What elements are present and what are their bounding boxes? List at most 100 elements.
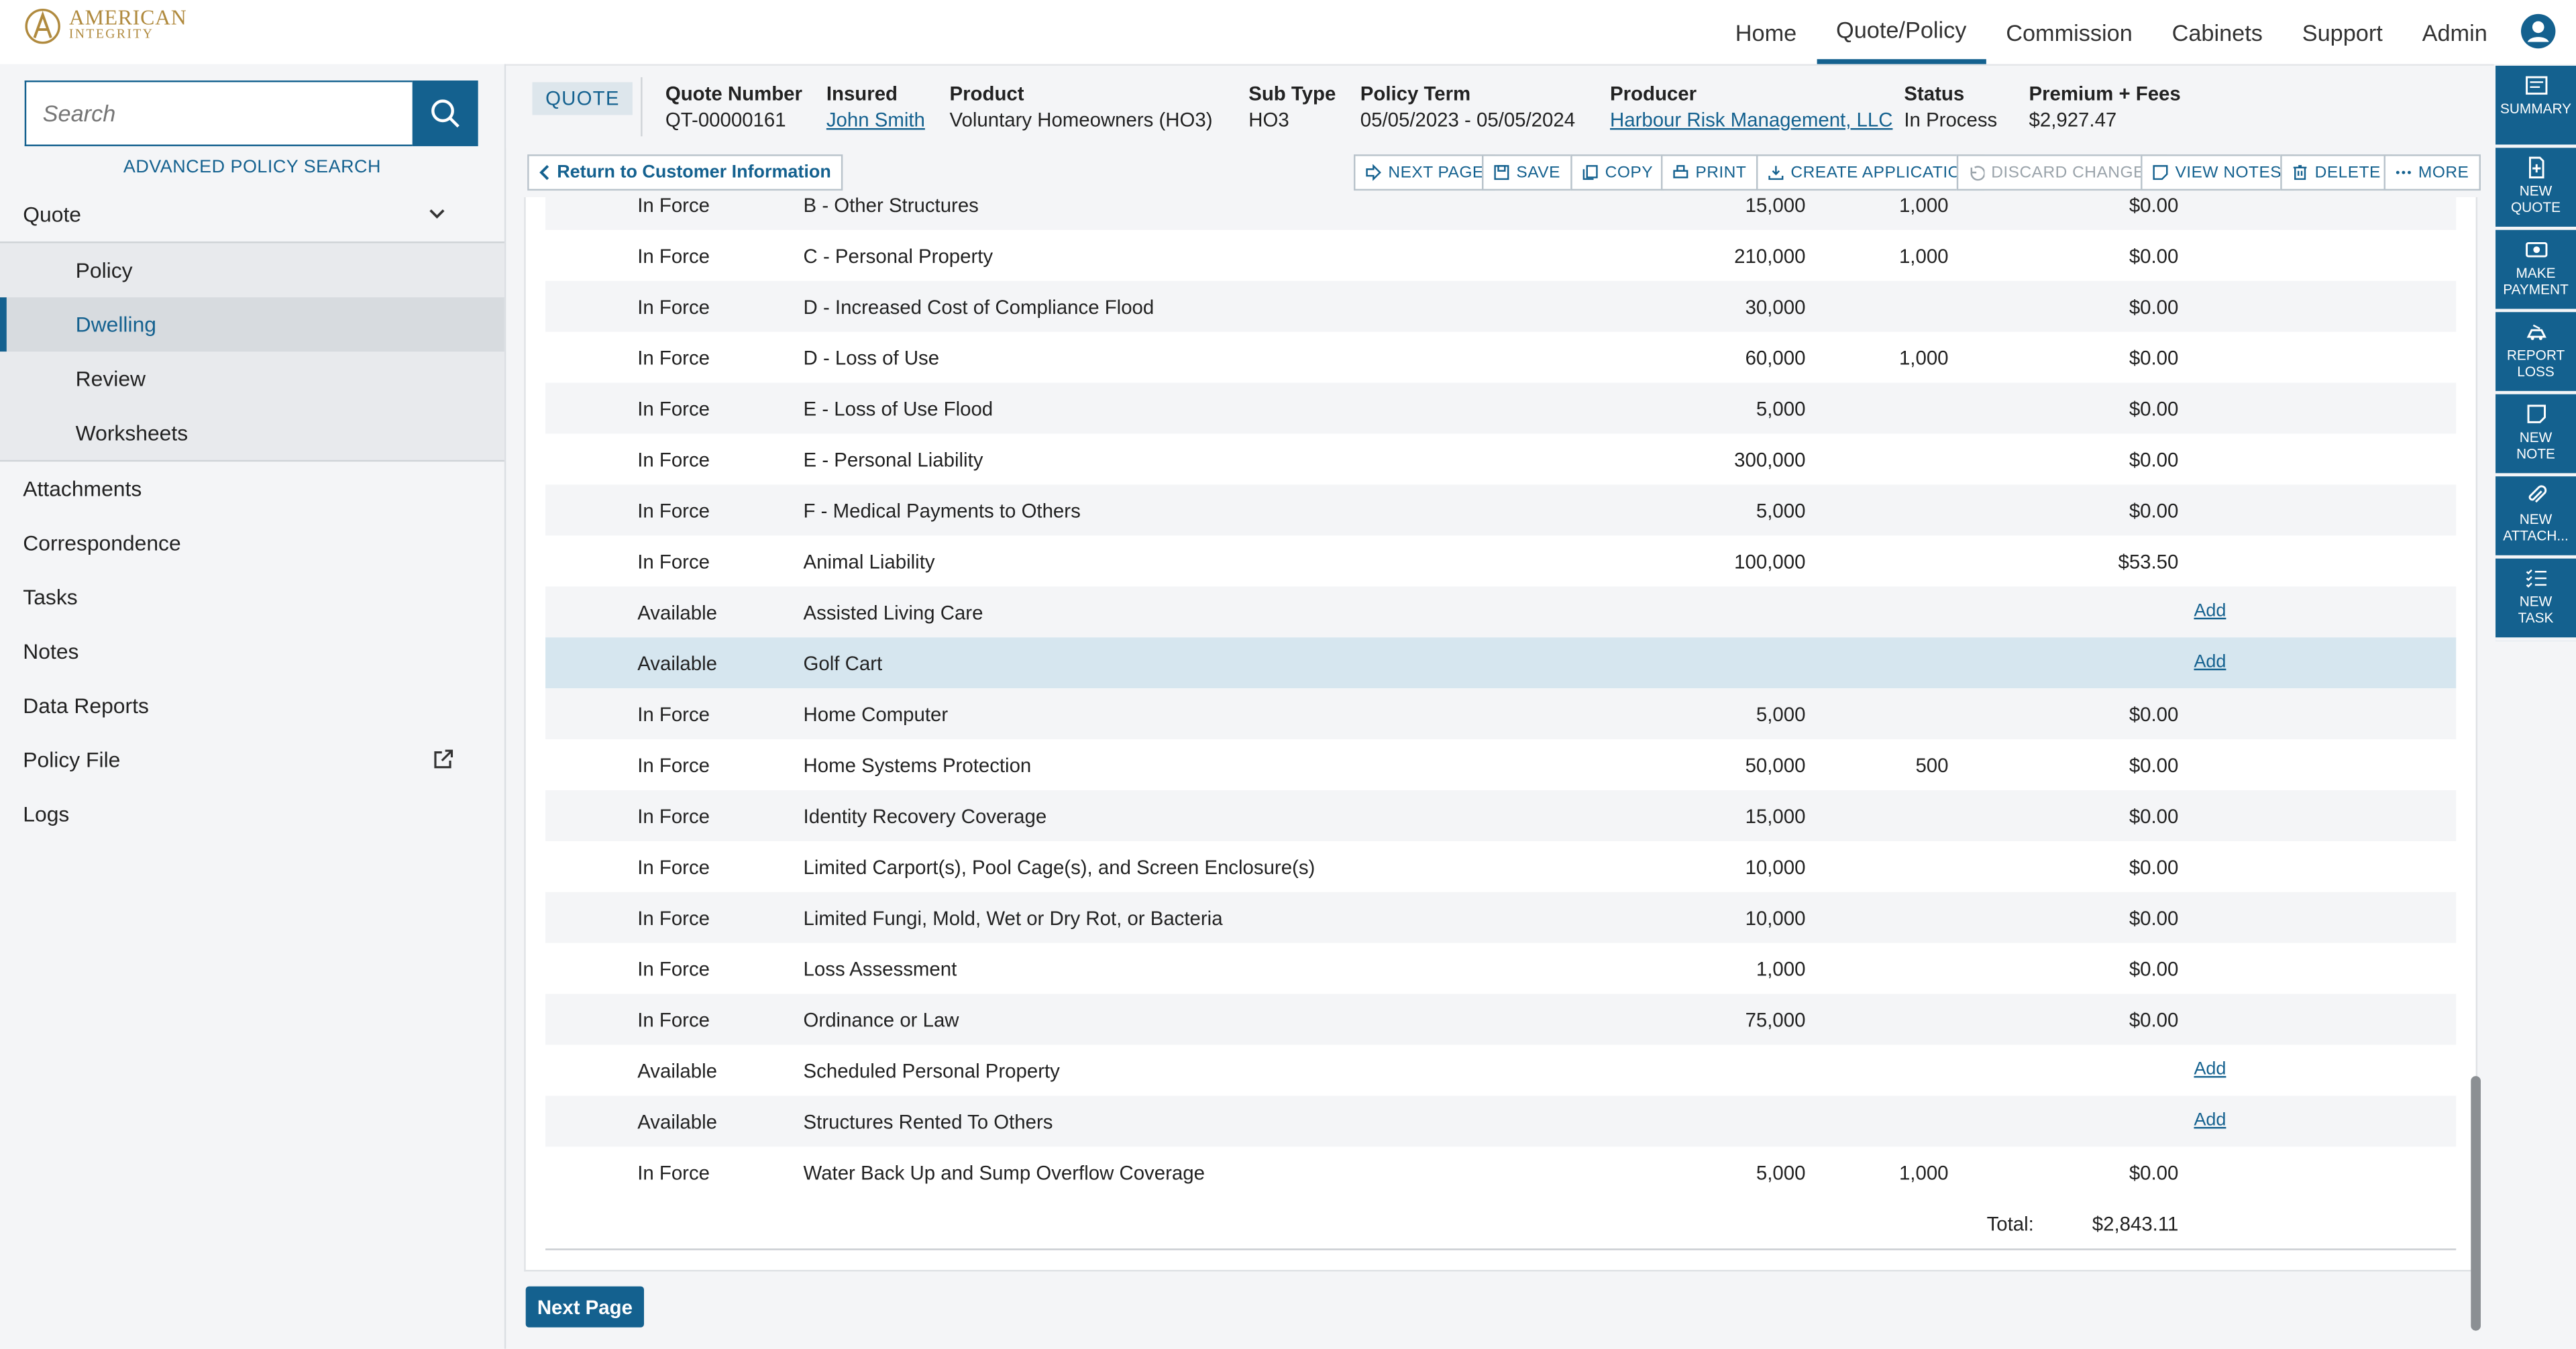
table-row[interactable]: In Force Identity Recovery Coverage 15,000…: [545, 790, 2457, 841]
table-row[interactable]: In Force Water Back Up and Sump Overflow …: [545, 1146, 2456, 1197]
coverage-name: E - Personal Liability: [803, 448, 983, 472]
premium-value: $2,927.47: [2029, 108, 2117, 131]
sidebar-item-worksheets[interactable]: Worksheets: [0, 406, 504, 460]
rail-button-summary[interactable]: SUMMARY: [2496, 65, 2576, 148]
button-label: SAVE: [1516, 163, 1560, 182]
coverage-status: In Force: [637, 295, 710, 319]
rail-label: MAKE: [2516, 264, 2556, 281]
nav-quote-policy[interactable]: Quote/Policy: [1816, 0, 1986, 64]
table-row[interactable]: Available Assisted Living Care Add: [545, 586, 2457, 638]
rail-button-report-loss[interactable]: REPORT LOSS: [2496, 312, 2576, 394]
table-row[interactable]: Available Scheduled Personal Property Add: [545, 1045, 2456, 1096]
nav-admin[interactable]: Admin: [2402, 0, 2507, 64]
coverage-name: Scheduled Personal Property: [803, 1059, 1060, 1083]
print-button[interactable]: PRINT: [1660, 154, 1758, 191]
sidebar-item-tasks[interactable]: Tasks: [0, 570, 504, 625]
save-button[interactable]: SAVE: [1481, 154, 1572, 191]
table-row[interactable]: In Force E - Personal Liability 300,000 $0.…: [545, 434, 2456, 485]
sidebar-item-dwelling[interactable]: Dwelling: [0, 297, 504, 352]
sidebar-item-logs[interactable]: Logs: [0, 787, 504, 841]
rail-button-new-quote[interactable]: NEW QUOTE: [2496, 148, 2576, 230]
add-coverage-link[interactable]: Add: [2194, 1060, 2226, 1079]
next-page-button[interactable]: Next Page: [525, 1286, 645, 1328]
sidebar-item-quote[interactable]: Quote: [0, 187, 504, 241]
field-label: Insured: [826, 82, 898, 105]
nav-cabinets[interactable]: Cabinets: [2152, 0, 2282, 64]
coverage-limit: 210,000: [1734, 244, 1806, 268]
brand-logo[interactable]: AMERICAN INTEGRITY: [23, 7, 186, 46]
nav-home[interactable]: Home: [1715, 0, 1816, 64]
discard-changes-button[interactable]: DISCARD CHANGES: [1956, 154, 2167, 191]
sidebar-item-policy[interactable]: Policy: [0, 243, 504, 297]
table-row[interactable]: In Force Animal Liability 100,000 $53.50: [545, 535, 2456, 586]
search-button[interactable]: [412, 80, 478, 146]
sidebar-item-data-reports[interactable]: Data Reports: [0, 678, 504, 733]
table-row[interactable]: Available Golf Cart Add: [545, 637, 2457, 689]
add-coverage-link[interactable]: Add: [2194, 1111, 2226, 1130]
table-row[interactable]: In Force Limited Fungi, Mold, Wet or Dry …: [545, 892, 2457, 943]
advanced-policy-search-link[interactable]: ADVANCED POLICY SEARCH: [0, 158, 504, 177]
sidebar-item-policy-file[interactable]: Policy File: [0, 733, 504, 787]
table-row[interactable]: Available Structures Rented To Others Add: [545, 1095, 2457, 1147]
table-row[interactable]: In Force C - Personal Property 210,000 1,00…: [545, 230, 2456, 281]
add-coverage-link[interactable]: Add: [2194, 601, 2226, 620]
search-input[interactable]: [24, 80, 413, 146]
subtype-value: HO3: [1248, 108, 1289, 131]
insured-link[interactable]: John Smith: [826, 109, 925, 131]
coverage-name: Assisted Living Care: [803, 601, 983, 625]
coverage-status: In Force: [637, 754, 710, 777]
content-scrollbar[interactable]: [2471, 1076, 2481, 1331]
rail-button-note[interactable]: NEW NOTE: [2496, 394, 2576, 477]
total-value: $2,843.11: [2092, 1212, 2179, 1236]
coverage-premium: $0.00: [2129, 805, 2179, 828]
table-row[interactable]: In Force Home Computer 5,000 $0.00: [545, 688, 2457, 740]
table-row[interactable]: In Force B - Other Structures 15,000 1,000 $…: [545, 197, 2457, 230]
coverage-limit: 300,000: [1734, 448, 1806, 472]
table-row[interactable]: In Force Limited Carport(s), Pool Cage(s)…: [545, 841, 2456, 892]
subtype-field: Sub Type HO3: [1248, 82, 1336, 131]
field-label: Product: [949, 82, 1024, 105]
return-to-customer-button[interactable]: Return to Customer Information: [527, 154, 843, 191]
rail-label: NEW: [2519, 429, 2553, 445]
button-label: Return to Customer Information: [557, 162, 831, 182]
create-application-button[interactable]: CREATE APPLICATION: [1756, 154, 1985, 191]
table-row[interactable]: In Force E - Loss of Use Flood 5,000 $0.00: [545, 382, 2457, 434]
sidebar-item-attachments[interactable]: Attachments: [0, 462, 504, 516]
coverage-name: F - Medical Payments to Others: [803, 499, 1081, 523]
nav-support[interactable]: Support: [2282, 0, 2402, 64]
user-account-icon[interactable]: [2520, 13, 2557, 50]
sidebar-item-notes[interactable]: Notes: [0, 625, 504, 679]
table-row[interactable]: In Force Ordinance or Law 75,000 $0.00: [545, 993, 2457, 1045]
brand-wordmark: AMERICAN INTEGRITY: [69, 7, 187, 43]
table-row[interactable]: In Force D - Increased Cost of Compliance…: [545, 280, 2457, 332]
copy-button[interactable]: COPY: [1570, 154, 1665, 191]
rail-button-attachment[interactable]: NEW ATTACH...: [2496, 476, 2576, 559]
rail-label: NOTE: [2516, 445, 2555, 462]
sidebar-item-correspondence[interactable]: Correspondence: [0, 516, 504, 570]
table-row[interactable]: In Force Loss Assessment 1,000 $0.00: [545, 943, 2456, 994]
button-label: PRINT: [1695, 163, 1747, 182]
view-notes-button[interactable]: VIEW NOTES: [2141, 154, 2294, 191]
add-coverage-link[interactable]: Add: [2194, 652, 2226, 671]
more-button[interactable]: MORE: [2383, 154, 2481, 191]
rail-button-payment[interactable]: MAKE PAYMENT: [2496, 229, 2576, 313]
nav-commission[interactable]: Commission: [1986, 0, 2152, 64]
coverage-status: In Force: [637, 244, 710, 268]
rail-button-task[interactable]: NEW TASK: [2496, 558, 2576, 641]
sidebar-item-review[interactable]: Review: [0, 352, 504, 406]
coverage-status: In Force: [637, 957, 710, 981]
coverage-status: In Force: [637, 499, 710, 523]
delete-button[interactable]: DELETE: [2280, 154, 2393, 191]
next-page-icon: [1366, 164, 1381, 181]
sidebar-item-label: Quote: [23, 202, 82, 227]
rail-label: QUOTE: [2510, 199, 2561, 215]
table-row[interactable]: In Force D - Loss of Use 60,000 1,000 $0.00: [545, 332, 2456, 383]
producer-link[interactable]: Harbour Risk Management, LLC: [1610, 109, 1892, 131]
coverage-name: C - Personal Property: [803, 244, 994, 268]
table-row[interactable]: In Force F - Medical Payments to Others 5,…: [545, 484, 2457, 536]
table-row[interactable]: In Force Home Systems Protection 50,000 500…: [545, 739, 2456, 790]
next-page-toolbar-button[interactable]: NEXT PAGE: [1353, 154, 1495, 191]
premium-field: Premium + Fees $2,927.47: [2029, 82, 2181, 131]
coverage-limit: 5,000: [1756, 1161, 1806, 1185]
task-icon: [2525, 569, 2546, 588]
